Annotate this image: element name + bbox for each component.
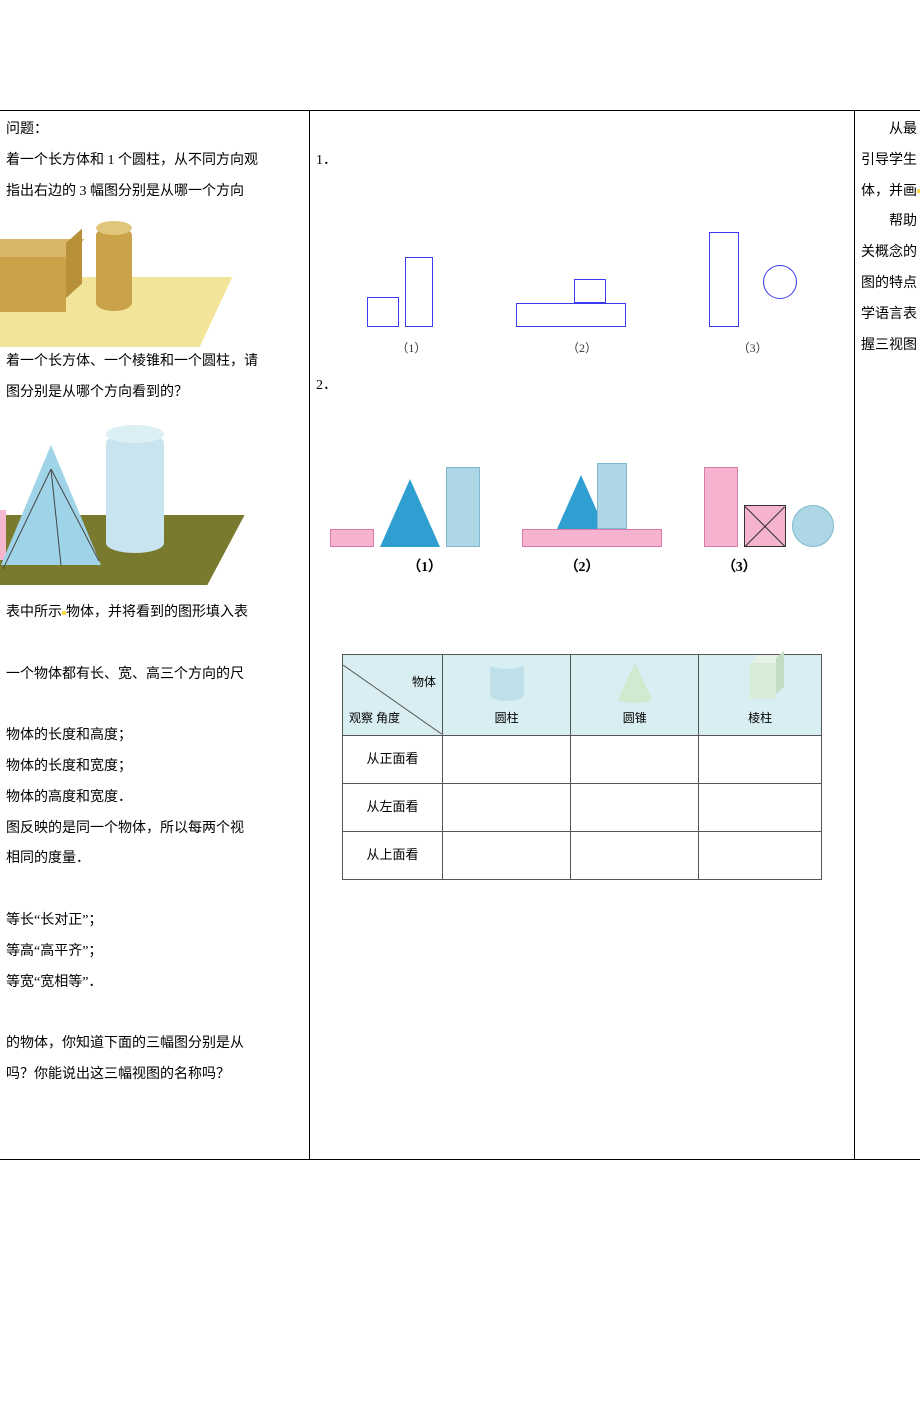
x-square-icon [744,505,786,547]
fig2-group2 [522,529,662,547]
text-same-object: 图反映的是同一个物体，所以每两个视 [6,814,303,845]
fig1-group3 [709,232,797,327]
cylinder-blue-icon [106,433,164,553]
figure-row-2 [330,452,834,547]
note-line7: 学语言表 [861,300,914,331]
pink-rect-icon [330,529,374,547]
mini-cone-icon [618,663,652,699]
text-q1-line2: 指出右边的 3 幅图分别是从哪一个方向 [6,177,303,208]
pink-tall-rect-icon [704,467,738,547]
blue-circle-icon [792,505,834,547]
note-line4: 帮助 [861,207,914,238]
row-label-left: 从左面看 [343,783,443,831]
fig2-label-1: （1） [407,553,442,584]
cell-empty [571,783,699,831]
note-line8: 握三视图 [861,331,914,362]
cell-empty [699,783,822,831]
small-square-outline-icon [367,297,399,327]
blue-rect-back-icon [597,463,627,529]
table-row: 从左面看 [343,783,822,831]
text-same-measure: 相同的度量． [6,844,303,875]
table-header-prism: 棱柱 [699,654,822,735]
text-table-intro: 表中所示物体，并将看到的图形填入表 [6,598,303,629]
cell-empty [699,735,822,783]
table-header-cylinder: 圆柱 [443,654,571,735]
table-header-cone: 圆锥 [571,654,699,735]
middle-column: 1． （1） （2） （3） 2． [310,111,855,1159]
mini-cylinder-icon [490,663,524,701]
diag-bot-label: 观察 角度 [349,705,400,731]
text-lh: 物体的长度和高度； [6,721,303,752]
text-rule-height: 等高“高平齐”； [6,937,303,968]
fig1-label-3: （3） [738,335,768,361]
figure-row-1 [326,217,838,327]
left-column: 问题： 着一个长方体和 1 个圆柱，从不同方向观 指出右边的 3 幅图分别是从哪… [0,111,310,1159]
cell-empty [699,831,822,879]
blue-rect-tall-icon [446,467,480,547]
text-hw: 物体的高度和宽度． [6,783,303,814]
note-line6: 图的特点 [861,269,914,300]
diag-top-label: 物体 [412,669,436,695]
views-table: 物体 观察 角度 圆柱 圆锥 [342,654,822,880]
table-row: 从正面看 [343,735,822,783]
right-column: 从最 引导学生 体，并画 帮助 关概念的 图的特点 学语言表 握三视图 [855,111,920,1159]
pyramid-edges-icon [3,469,103,589]
note-line3: 体，并画 [861,177,914,208]
text-rule-width: 等宽“宽相等”． [6,968,303,999]
note-line5: 关概念的 [861,238,914,269]
fig2-group3 [704,467,834,547]
fig1-label-2: （2） [567,335,597,361]
note-line2: 引导学生 [861,146,914,177]
wide-rect-outline-icon [516,303,626,327]
cell-empty [443,831,571,879]
circle-outline-icon [763,265,797,299]
table-header-row: 物体 观察 角度 圆柱 圆锥 [343,654,822,735]
pink-wide-rect-icon [522,529,662,547]
text-dimensions: 一个物体都有长、宽、高三个方向的尺 [6,660,303,691]
fig1-labels: （1） （2） （3） [326,335,838,361]
text-q2-line1: 着一个长方体、一个棱锥和一个圆柱，请 [6,347,303,378]
cell-empty [571,831,699,879]
tall-rect-outline-icon [405,257,433,327]
text-final-q2: 吗？你能说出这三幅视图的名称吗？ [6,1060,303,1091]
cylinder-brown-icon [96,227,132,311]
fig2-group1 [330,467,480,547]
fig1-group1 [367,257,433,327]
cell-empty [443,783,571,831]
tall-rect-outline-2-icon [709,232,739,327]
row-label-top: 从上面看 [343,831,443,879]
blue-triangle-icon [380,479,440,547]
answer-1-label: 1． [316,146,848,177]
small-rect-top-icon [574,279,606,303]
table-diag-header: 物体 观察 角度 [343,654,443,735]
cell-empty [443,735,571,783]
fig2-labels: （1） （2） （3） [346,553,818,584]
text-q1-line1: 着一个长方体和 1 个圆柱，从不同方向观 [6,146,303,177]
scene-3d-cuboid-cylinder [0,207,226,347]
fig2-group2-overlay [557,463,627,529]
cuboid-brown-icon [0,257,66,312]
text-lw: 物体的长度和宽度； [6,752,303,783]
table-row: 从上面看 [343,831,822,879]
scene-3d-cuboid-pyramid-cylinder [0,415,236,590]
text-rule-length: 等长“长对正”； [6,906,303,937]
text-question-heading: 问题： [6,115,303,146]
row-label-front: 从正面看 [343,735,443,783]
answer-2-label: 2． [316,371,848,402]
mini-prism-icon [750,663,776,699]
fig2-label-3: （3） [722,553,757,584]
fig1-label-1: （1） [396,335,426,361]
note-line1: 从最 [861,115,914,146]
text-q2-line2: 图分别是从哪个方向看到的？ [6,378,303,409]
cell-empty [571,735,699,783]
fig1-group2 [516,303,626,327]
text-final-q1: 的物体，你知道下面的三幅图分别是从 [6,1029,303,1060]
page-container: 问题： 着一个长方体和 1 个圆柱，从不同方向观 指出右边的 3 幅图分别是从哪… [0,110,920,1160]
fig2-label-2: （2） [564,553,599,584]
